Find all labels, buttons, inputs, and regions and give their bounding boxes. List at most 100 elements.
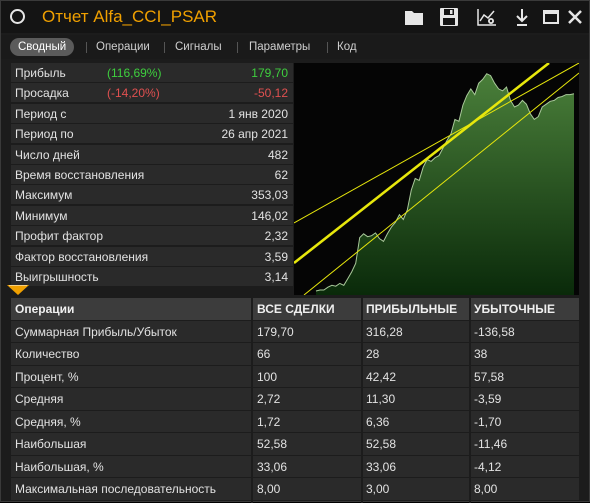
column-header: Операции: [15, 302, 75, 316]
table-row: Наибольшая 52,58 52,58 -11,46: [11, 433, 579, 456]
chart-settings-icon[interactable]: [476, 6, 498, 28]
cell-profitable: 316,28: [366, 324, 403, 339]
summary-row-recovery-time: Время восстановления 62: [11, 165, 293, 185]
summary-row-drawdown: Просадка (-14,20%) -50,12: [11, 83, 293, 104]
cell-profitable: 3,00: [366, 482, 390, 496]
window-title: Отчет Alfa_CCI_PSAR: [42, 7, 218, 26]
row-label: Наибольшая, %: [15, 459, 104, 474]
chart-scroll-marker[interactable]: [7, 285, 29, 295]
cell-all: 66: [257, 347, 271, 361]
table-row: Средняя, % 1,72 6,36 -1,70: [11, 410, 579, 433]
table-row: Средняя 2,72 11,30 -3,59: [11, 388, 579, 411]
summary-row-win-rate: Выигрышность 3,14: [11, 267, 293, 287]
save-icon[interactable]: [438, 6, 460, 28]
summary-value: 3,59: [264, 249, 288, 264]
summary-value: 3,14: [264, 270, 288, 284]
tab-parameters[interactable]: Параметры: [241, 38, 318, 56]
row-label: Средняя, %: [15, 414, 81, 429]
summary-value: 353,03: [251, 188, 288, 203]
operations-table: Операции ВСЕ СДЕЛКИ ПРИБЫЛЬНЫЕ УБЫТОЧНЫЕ…: [11, 298, 579, 503]
summary-label: Профит фактор: [15, 229, 104, 244]
summary-row-profit: Прибыль (116,69%) 179,70: [11, 63, 293, 83]
folder-icon[interactable]: [403, 6, 425, 28]
summary-value: 179,70: [251, 66, 288, 80]
cell-losing: 8,00: [474, 482, 498, 496]
cell-profitable: 6,36: [366, 414, 390, 429]
summary-row-recovery-factor: Фактор восстановления 3,59: [11, 246, 293, 267]
table-row: Наибольшая, % 33,06 33,06 -4,12: [11, 455, 579, 478]
summary-value: 26 апр 2021: [221, 127, 288, 142]
cell-losing: -4,12: [474, 459, 502, 474]
tab-code[interactable]: Код: [329, 38, 365, 56]
row-label: Количество: [15, 347, 80, 361]
download-icon[interactable]: [511, 6, 533, 28]
column-header: ВСЕ СДЕЛКИ: [257, 302, 335, 316]
cell-losing: -3,59: [474, 392, 502, 406]
summary-label: Просадка: [15, 86, 69, 101]
cell-profitable: 33,06: [366, 459, 397, 474]
tab-summary[interactable]: Сводный: [10, 38, 75, 56]
summary-value: 1 янв 2020: [228, 106, 288, 121]
cell-profitable: 11,30: [366, 392, 396, 406]
summary-row-profit-factor: Профит фактор 2,32: [11, 226, 293, 247]
summary-label: Время восстановления: [15, 168, 145, 182]
maximize-icon[interactable]: [540, 6, 562, 28]
table-row: Максимальная последовательность 8,00 3,0…: [11, 478, 579, 501]
table-row: Количество 66 28 38: [11, 343, 579, 366]
cell-all: 33,06: [257, 459, 288, 474]
app-menu-icon[interactable]: [10, 9, 25, 24]
summary-label: Прибыль: [15, 66, 66, 80]
summary-panel: Прибыль (116,69%) 179,70 Просадка (-14,2…: [11, 63, 293, 288]
cell-losing: 38: [474, 347, 488, 361]
equity-area: [316, 73, 574, 295]
summary-value: 482: [267, 147, 288, 162]
row-label: Суммарная Прибыль/Убыток: [15, 324, 177, 339]
summary-label: Минимум: [15, 208, 68, 223]
summary-value: 146,02: [251, 208, 288, 223]
summary-label: Число дней: [15, 147, 80, 162]
cell-all: 100: [257, 369, 278, 384]
summary-row-minimum: Минимум 146,02: [11, 205, 293, 226]
summary-label: Выигрышность: [15, 270, 99, 284]
tab-bar: Сводный Операции Сигналы Параметры Код: [1, 35, 589, 59]
cell-all: 1,72: [257, 414, 281, 429]
column-divider: [361, 298, 363, 503]
cell-losing: 57,58: [474, 369, 505, 384]
equity-chart: [294, 63, 579, 295]
tab-operations[interactable]: Операции: [88, 38, 158, 56]
summary-label: Период с: [15, 106, 67, 121]
cell-profitable: 42,42: [366, 369, 397, 384]
summary-row-maximum: Максимум 353,03: [11, 185, 293, 206]
report-window: Отчет Alfa_CCI_PSAR Сводный Операции Сиг…: [0, 0, 590, 503]
summary-value: -50,12: [253, 86, 288, 101]
cell-all: 179,70: [257, 324, 294, 339]
summary-label: Максимум: [15, 188, 73, 203]
table-header: Операции ВСЕ СДЕЛКИ ПРИБЫЛЬНЫЕ УБЫТОЧНЫЕ: [11, 298, 579, 321]
tab-separator: [327, 42, 328, 53]
column-header: ПРИБЫЛЬНЫЕ: [366, 302, 458, 316]
summary-row-period-from: Период с 1 янв 2020: [11, 103, 293, 124]
tab-separator: [237, 42, 238, 53]
column-divider: [469, 298, 471, 503]
summary-value: 2,32: [264, 229, 288, 244]
column-header: УБЫТОЧНЫЕ: [474, 302, 556, 316]
tab-signals[interactable]: Сигналы: [167, 38, 230, 56]
cell-profitable: 28: [366, 347, 380, 361]
table-row: Суммарная Прибыль/Убыток 179,70 316,28 -…: [11, 320, 579, 343]
column-divider: [251, 298, 253, 503]
table-row: Процент, % 100 42,42 57,58: [11, 365, 579, 388]
summary-row-days: Число дней 482: [11, 144, 293, 165]
summary-row-period-to: Период по 26 апр 2021: [11, 124, 293, 145]
cell-all: 52,58: [257, 437, 288, 451]
tab-separator: [164, 42, 165, 53]
cell-losing: -1,70: [474, 414, 502, 429]
tab-separator: [86, 42, 87, 53]
summary-value: 62: [274, 168, 288, 182]
cell-losing: -136,58: [474, 324, 515, 339]
cell-profitable: 52,58: [366, 437, 397, 451]
summary-label: Период по: [15, 127, 74, 142]
cell-all: 2,72: [257, 392, 281, 406]
close-icon[interactable]: [564, 6, 586, 28]
row-label: Максимальная последовательность: [15, 482, 217, 496]
row-label: Средняя: [15, 392, 64, 406]
